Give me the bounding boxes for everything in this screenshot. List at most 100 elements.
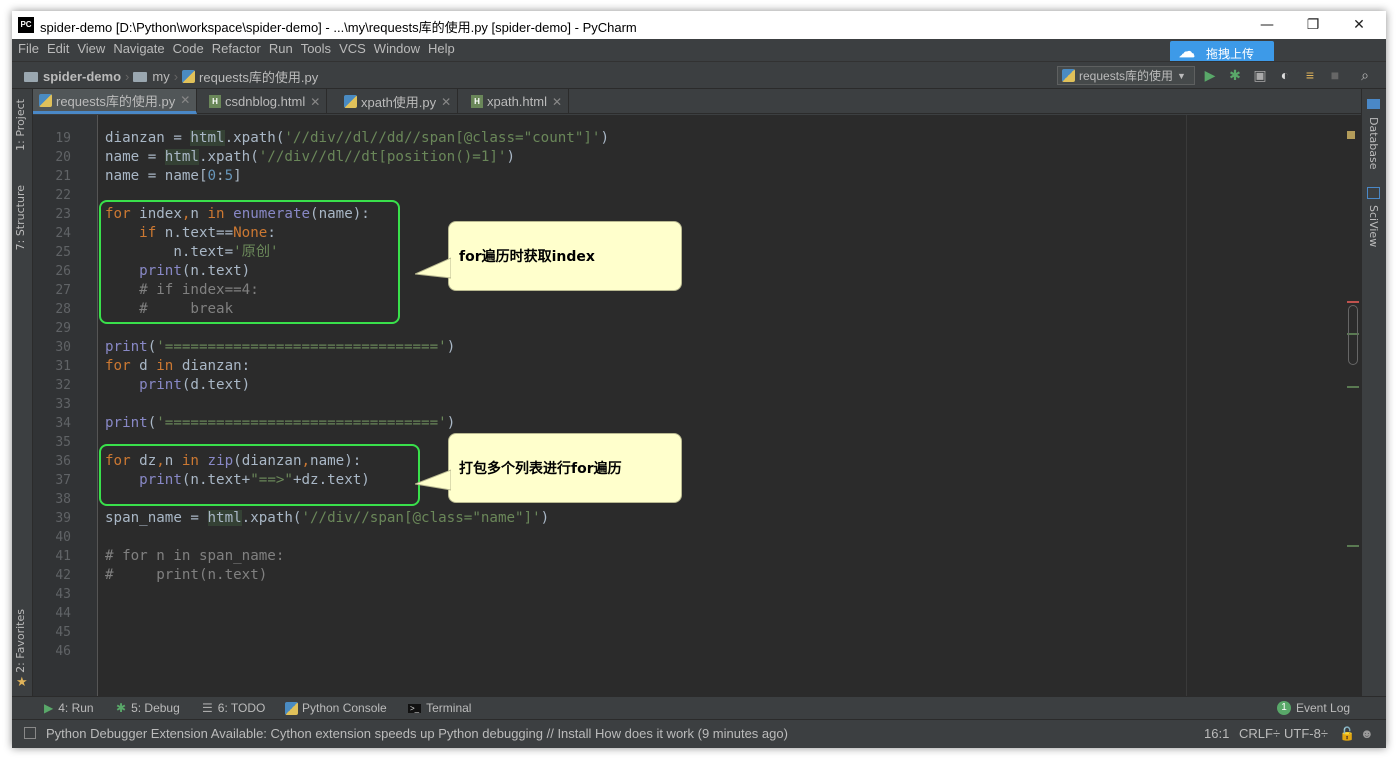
concurrency-icon[interactable]: ≡ [1302, 67, 1318, 83]
profile-icon[interactable]: ◐ [1277, 67, 1293, 83]
tool-run-label: 4: Run [58, 701, 94, 715]
tab-xpath-html[interactable]: H xpath.html ✕ [465, 89, 570, 114]
inspector-icon[interactable]: ☻ [1360, 726, 1374, 741]
folder-icon [24, 71, 38, 82]
error-stripe [1346, 115, 1360, 696]
annotation-callout-index: for遍历时获取index [415, 221, 682, 291]
window-title: spider-demo [D:\Python\workspace\spider-… [40, 20, 637, 35]
scrollbar-thumb[interactable] [1348, 305, 1358, 365]
breadcrumb-file[interactable]: requests库的使用.py [199, 67, 318, 86]
code-line[interactable]: # for n in span_name: [105, 547, 284, 566]
close-icon[interactable]: ✕ [441, 95, 451, 109]
line-number: 22 [55, 188, 71, 203]
file-encoding[interactable]: UTF-8÷ [1284, 726, 1328, 741]
tool-structure[interactable]: 7: Structure [14, 185, 27, 250]
menu-vcs[interactable]: VCS [336, 39, 369, 59]
change-marker[interactable] [1347, 386, 1359, 388]
code-line[interactable]: print('================================'… [105, 414, 455, 433]
tool-run[interactable]: ▶ 4: Run [44, 701, 94, 715]
code-line[interactable]: # print(n.text) [105, 566, 267, 585]
tab-csdnblog-html[interactable]: H csdnblog.html ✕ [203, 89, 328, 114]
callout-text: for遍历时获取index [459, 249, 595, 265]
menu-bar: File Edit View Navigate Code Refactor Run Tools… [12, 39, 1386, 65]
restore-button[interactable]: ❐ [1290, 11, 1336, 39]
breadcrumb-folder[interactable]: my [152, 69, 169, 84]
tool-sciview[interactable]: SciView [1367, 205, 1380, 247]
menu-code[interactable]: Code [170, 39, 207, 59]
search-icon[interactable]: ⌕ [1357, 67, 1373, 83]
upload-button-label: 拖拽上传 [1206, 46, 1255, 61]
pycharm-logo-icon: PC [18, 17, 34, 33]
menu-file[interactable]: File [15, 39, 42, 59]
code-line[interactable]: name = name[0:5] [105, 167, 242, 186]
lock-icon[interactable]: 🔓 [1339, 726, 1355, 742]
toggle-tool-windows-icon[interactable] [24, 727, 36, 739]
menu-edit[interactable]: Edit [44, 39, 72, 59]
line-separator[interactable]: CRLF÷ [1239, 726, 1280, 741]
navigation-bar: spider-demo › my › requests库的使用.py reque… [12, 61, 1386, 89]
line-number: 45 [55, 625, 71, 640]
debug-icon[interactable]: ✱ [1227, 67, 1243, 83]
error-marker[interactable] [1347, 301, 1359, 303]
minimize-button[interactable]: — [1244, 11, 1290, 39]
close-icon[interactable]: ✕ [180, 93, 190, 107]
code-editor[interactable]: 19 20 21 22 23 24 25 26 27 28 29 30 31 32 33 34 35 36 37 38… [33, 115, 1361, 696]
menu-navigate[interactable]: Navigate [110, 39, 167, 59]
event-log[interactable]: 1 Event Log [1277, 701, 1350, 715]
code-line[interactable]: name = html.xpath('//div//dl//dt[positio… [105, 148, 515, 167]
menu-tools[interactable]: Tools [298, 39, 334, 59]
menu-help[interactable]: Help [425, 39, 458, 59]
tool-favorites[interactable]: 2: Favorites [14, 609, 27, 673]
line-number: 43 [55, 587, 71, 602]
tool-terminal-label: Terminal [426, 701, 472, 715]
menu-window[interactable]: Window [371, 39, 423, 59]
warning-marker[interactable] [1347, 131, 1355, 139]
todo-icon: ☰ [202, 701, 213, 715]
tool-python-console[interactable]: Python Console [285, 701, 387, 715]
tab-requests-py[interactable]: requests库的使用.py ✕ [33, 89, 198, 114]
python-file-icon [39, 93, 52, 107]
callout-pointer [415, 257, 451, 279]
python-console-icon [285, 701, 298, 715]
coverage-icon[interactable]: ▣ [1252, 67, 1268, 83]
tool-database[interactable]: Database [1367, 117, 1380, 170]
line-number: 40 [55, 530, 71, 545]
tool-project[interactable]: 1: Project [14, 99, 27, 151]
sciview-icon [1367, 187, 1380, 199]
python-file-icon [1062, 69, 1075, 82]
tab-xpath-py[interactable]: xpath使用.py ✕ [338, 89, 459, 114]
tool-debug[interactable]: ✱ 5: Debug [116, 701, 180, 715]
terminal-icon: >_ [408, 703, 422, 713]
tool-todo[interactable]: ☰ 6: TODO [202, 701, 265, 715]
line-number: 26 [55, 264, 71, 279]
code-line[interactable]: print('================================'… [105, 338, 455, 357]
close-icon[interactable]: ✕ [552, 95, 562, 109]
caret-position[interactable]: 16:1 [1204, 726, 1229, 741]
line-number: 28 [55, 302, 71, 317]
stop-icon[interactable]: ■ [1327, 67, 1343, 83]
code-line[interactable]: span_name = html.xpath('//div//span[@cla… [105, 509, 549, 528]
folder-icon [133, 71, 148, 82]
breadcrumb-project[interactable]: spider-demo [43, 69, 121, 84]
python-file-icon [344, 95, 357, 108]
close-button[interactable]: ✕ [1336, 11, 1382, 39]
code-line[interactable]: print(d.text) [105, 376, 250, 395]
html-file-icon: H [209, 95, 221, 108]
status-message[interactable]: Python Debugger Extension Available: Cyt… [46, 726, 788, 741]
event-log-label: Event Log [1296, 701, 1351, 715]
menu-run[interactable]: Run [266, 39, 296, 59]
html-file-icon: H [471, 95, 483, 108]
code-line[interactable]: dianzan = html.xpath('//div//dl//dd//spa… [105, 129, 609, 148]
line-number: 31 [55, 359, 71, 374]
tool-terminal[interactable]: >_ Terminal [408, 701, 471, 715]
change-marker[interactable] [1347, 545, 1359, 547]
run-icon[interactable]: ▶ [1202, 67, 1218, 83]
menu-refactor[interactable]: Refactor [209, 39, 264, 59]
menu-view[interactable]: View [74, 39, 108, 59]
highlight-box-zip [99, 444, 420, 506]
run-configuration-select[interactable]: requests库的使用 ▼ [1057, 66, 1195, 85]
code-line[interactable]: for d in dianzan: [105, 357, 250, 376]
debug-icon: ✱ [116, 701, 127, 715]
tab-label: xpath使用.py [361, 95, 437, 110]
close-icon[interactable]: ✕ [310, 95, 320, 109]
